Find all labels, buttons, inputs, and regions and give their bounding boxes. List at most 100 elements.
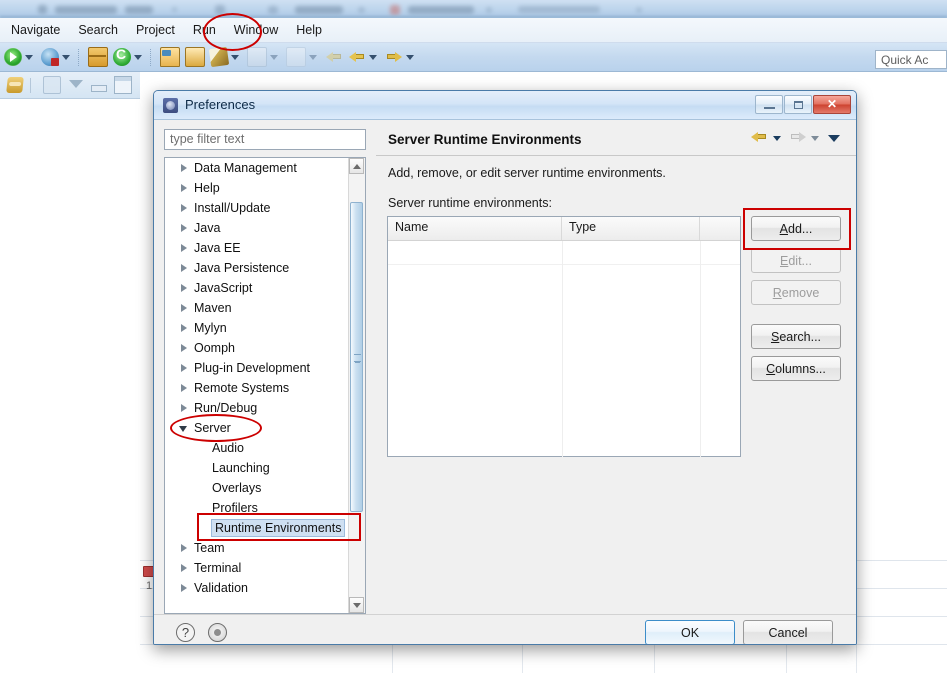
tree-item-launching[interactable]: Launching bbox=[165, 458, 350, 478]
refresh-dropdown-icon[interactable] bbox=[132, 48, 143, 66]
tree-item-team[interactable]: Team bbox=[165, 538, 350, 558]
chevron-right-icon[interactable] bbox=[179, 403, 190, 414]
new-wizard-icon[interactable] bbox=[88, 47, 108, 67]
deploy-icon[interactable] bbox=[286, 47, 306, 67]
menu-item-navigate[interactable]: Navigate bbox=[2, 20, 69, 41]
preferences-tree[interactable]: Data Management Help Install/Update Java Jav… bbox=[164, 157, 366, 614]
back-arrow-icon[interactable] bbox=[751, 130, 768, 145]
back-dropdown-icon[interactable] bbox=[367, 48, 378, 66]
tree-item-audio[interactable]: Audio bbox=[165, 438, 350, 458]
tree-item-terminal[interactable]: Terminal bbox=[165, 558, 350, 578]
open-type-icon[interactable] bbox=[160, 47, 180, 67]
refresh-icon[interactable] bbox=[113, 46, 131, 66]
back-dropdown-icon[interactable] bbox=[770, 130, 785, 145]
menu-item-run[interactable]: Run bbox=[184, 20, 225, 41]
chevron-right-icon[interactable] bbox=[179, 383, 190, 394]
menu-item-help[interactable]: Help bbox=[287, 20, 331, 41]
tree-item-java-ee[interactable]: Java EE bbox=[165, 238, 350, 258]
search-button[interactable]: Search... bbox=[751, 324, 841, 349]
chevron-right-icon[interactable] bbox=[179, 223, 190, 234]
chevron-right-icon[interactable] bbox=[179, 543, 190, 554]
tree-item-validation[interactable]: Validation bbox=[165, 578, 350, 598]
open-resource-icon[interactable] bbox=[185, 47, 205, 67]
scroll-thumb[interactable] bbox=[350, 202, 363, 512]
external-tools-dropdown-icon[interactable] bbox=[268, 48, 279, 66]
tree-item-java-persistence[interactable]: Java Persistence bbox=[165, 258, 350, 278]
view-menu-icon[interactable] bbox=[827, 130, 842, 145]
edit-button[interactable]: Edit... bbox=[751, 248, 841, 273]
menu-item-project[interactable]: Project bbox=[127, 20, 184, 41]
menu-item-window[interactable]: Window bbox=[225, 20, 287, 41]
external-tools-icon[interactable] bbox=[247, 47, 267, 67]
scroll-down-button[interactable] bbox=[349, 597, 364, 613]
apply-icon[interactable] bbox=[208, 623, 227, 642]
tree-item-overlays[interactable]: Overlays bbox=[165, 478, 350, 498]
cancel-button[interactable]: Cancel bbox=[743, 620, 833, 644]
tree-item-javascript[interactable]: JavaScript bbox=[165, 278, 350, 298]
previous-annotation-icon[interactable] bbox=[325, 48, 343, 66]
chevron-right-icon[interactable] bbox=[179, 363, 190, 374]
debug-dropdown-icon[interactable] bbox=[60, 48, 71, 66]
maximize-icon[interactable] bbox=[114, 76, 132, 94]
tree-item-help[interactable]: Help bbox=[165, 178, 350, 198]
tree-item-server[interactable]: Server bbox=[165, 418, 350, 438]
forward-icon[interactable] bbox=[385, 48, 403, 66]
column-header-name[interactable]: Name bbox=[388, 217, 562, 240]
tree-item-remote-systems[interactable]: Remote Systems bbox=[165, 378, 350, 398]
deploy-dropdown-icon[interactable] bbox=[307, 48, 318, 66]
minimize-icon[interactable] bbox=[91, 84, 107, 92]
filter-input[interactable]: type filter text bbox=[164, 129, 366, 150]
forward-dropdown-icon[interactable] bbox=[808, 130, 823, 145]
chevron-right-icon[interactable] bbox=[179, 283, 190, 294]
minimize-button[interactable] bbox=[755, 95, 783, 114]
tree-item-data-management[interactable]: Data Management bbox=[165, 158, 350, 178]
preferences-tree-list: Data Management Help Install/Update Java Jav… bbox=[165, 158, 350, 598]
help-icon[interactable]: ? bbox=[176, 623, 195, 642]
runtime-environments-table[interactable]: Name Type bbox=[387, 216, 741, 457]
tree-item-install-update[interactable]: Install/Update bbox=[165, 198, 350, 218]
chevron-right-icon[interactable] bbox=[179, 303, 190, 314]
tree-item-java[interactable]: Java bbox=[165, 218, 350, 238]
dialog-title-bar[interactable]: Preferences bbox=[154, 91, 856, 120]
chevron-right-icon[interactable] bbox=[179, 183, 190, 194]
tree-item-maven[interactable]: Maven bbox=[165, 298, 350, 318]
chevron-right-icon[interactable] bbox=[179, 243, 190, 254]
forward-dropdown-icon[interactable] bbox=[404, 48, 415, 66]
add-button[interactable]: Add... bbox=[751, 216, 841, 241]
run-dropdown-icon[interactable] bbox=[23, 48, 34, 66]
ok-button[interactable]: OK bbox=[645, 620, 735, 644]
filter-icon[interactable] bbox=[68, 77, 84, 93]
chevron-right-icon[interactable] bbox=[179, 563, 190, 574]
chevron-right-icon[interactable] bbox=[179, 323, 190, 334]
chevron-right-icon[interactable] bbox=[179, 263, 190, 274]
run-icon[interactable] bbox=[4, 48, 22, 66]
tree-item-mylyn[interactable]: Mylyn bbox=[165, 318, 350, 338]
quick-access-input[interactable]: Quick Ac bbox=[875, 50, 947, 69]
tree-item-oomph[interactable]: Oomph bbox=[165, 338, 350, 358]
back-icon[interactable] bbox=[348, 48, 366, 66]
menu-item-search[interactable]: Search bbox=[69, 20, 127, 41]
column-header-extra[interactable] bbox=[700, 217, 740, 240]
forward-arrow-icon[interactable] bbox=[789, 130, 806, 145]
remove-button[interactable]: Remove bbox=[751, 280, 841, 305]
maximize-button[interactable] bbox=[784, 95, 812, 114]
scroll-up-button[interactable] bbox=[349, 158, 364, 174]
tree-item-runtime-environments[interactable]: Runtime Environments bbox=[165, 518, 350, 538]
collapse-all-icon[interactable] bbox=[43, 76, 61, 94]
debug-icon[interactable] bbox=[41, 48, 59, 66]
tree-item-profilers[interactable]: Profilers bbox=[165, 498, 350, 518]
chevron-down-icon[interactable] bbox=[179, 423, 190, 434]
column-header-type[interactable]: Type bbox=[562, 217, 700, 240]
build-icon[interactable] bbox=[208, 46, 230, 68]
tree-scrollbar[interactable] bbox=[348, 158, 365, 613]
link-with-editor-icon[interactable] bbox=[6, 77, 24, 93]
close-button[interactable] bbox=[813, 95, 851, 114]
tree-item-run-debug[interactable]: Run/Debug bbox=[165, 398, 350, 418]
build-dropdown-icon[interactable] bbox=[229, 48, 240, 66]
chevron-right-icon[interactable] bbox=[179, 583, 190, 594]
columns-button[interactable]: Columns... bbox=[751, 356, 841, 381]
chevron-right-icon[interactable] bbox=[179, 163, 190, 174]
tree-item-plug-in-development[interactable]: Plug-in Development bbox=[165, 358, 350, 378]
chevron-right-icon[interactable] bbox=[179, 343, 190, 354]
chevron-right-icon[interactable] bbox=[179, 203, 190, 214]
